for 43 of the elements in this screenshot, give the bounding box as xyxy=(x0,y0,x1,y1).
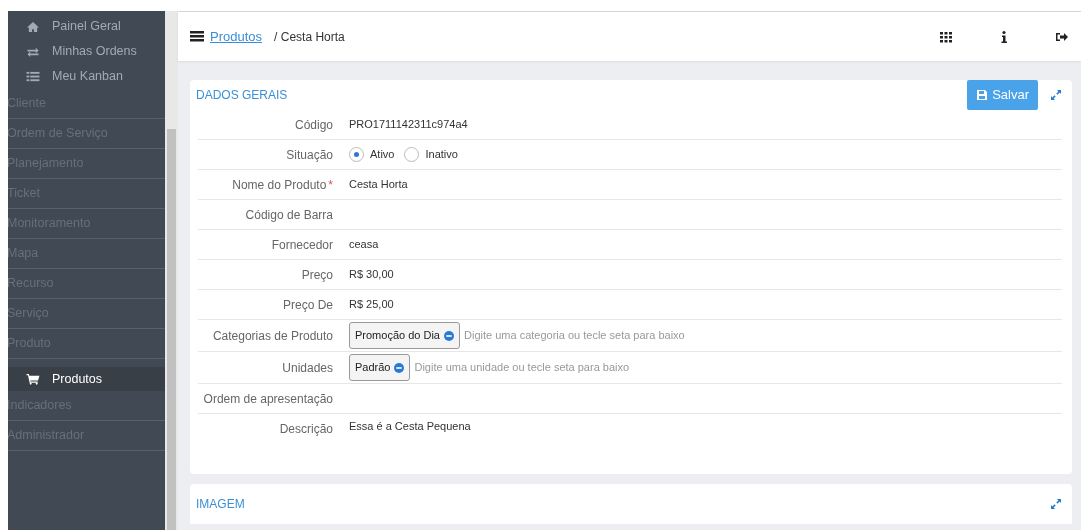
field-label: Descrição xyxy=(278,421,333,438)
sidebar-item[interactable]: Meu Kanban xyxy=(8,64,165,89)
home-icon xyxy=(26,20,40,33)
remove-icon[interactable] xyxy=(394,362,405,373)
field-label: Situação xyxy=(285,146,333,164)
field-label: Fornecedor xyxy=(270,236,333,254)
tag-chip: Promoção do Dia xyxy=(349,322,460,349)
save-icon xyxy=(976,89,989,101)
field-label: Nome do Produto * xyxy=(231,176,333,194)
card-title: IMAGEM xyxy=(196,496,245,513)
list-icon xyxy=(26,70,40,83)
expand-icon[interactable] xyxy=(1050,89,1062,101)
field-label: Código de Barra xyxy=(244,206,333,224)
field-label: Categorias de Produto xyxy=(211,327,333,345)
field-label: Ordem de apresentação xyxy=(202,390,333,408)
cart-icon xyxy=(26,373,40,385)
field-value[interactable]: R$ 30,00 xyxy=(349,266,394,283)
sidebar-item[interactable]: Painel Geral xyxy=(8,14,165,39)
field-value[interactable]: R$ 25,00 xyxy=(349,296,394,313)
field-value[interactable]: Cesta Horta xyxy=(349,176,408,193)
radio-label: Inativo xyxy=(425,147,458,163)
field-label: Código xyxy=(293,116,333,134)
radio-label: Ativo xyxy=(370,147,395,163)
tag-chip: Padrão xyxy=(349,354,411,381)
remove-icon[interactable] xyxy=(444,330,454,341)
field-value[interactable]: PRO1711142311c974a4 xyxy=(349,116,468,133)
field-label: Preço De xyxy=(281,296,333,314)
sidebar-item[interactable]: Minhas Ordens xyxy=(8,39,165,64)
field-label: Preço xyxy=(300,266,333,284)
grid-icon[interactable] xyxy=(939,29,953,44)
save-button[interactable]: Salvar xyxy=(967,80,1038,110)
field-value[interactable]: ceasa xyxy=(349,236,379,253)
expand-icon[interactable] xyxy=(1050,498,1062,510)
tag-input[interactable]: Digite uma unidade ou tecle seta para baixo xyxy=(414,359,755,376)
scrollbar[interactable] xyxy=(165,11,178,530)
tag-input[interactable]: Digite uma categoria ou tecle seta para baixo xyxy=(464,327,804,344)
list-icon xyxy=(190,29,204,44)
breadcrumb-current: / Cesta Horta xyxy=(274,28,345,46)
field-label: Unidades xyxy=(281,359,333,377)
breadcrumb-link[interactable]: Produtos xyxy=(210,26,263,47)
card-title: DADOS GERAIS xyxy=(196,87,288,104)
sidebar-item[interactable]: Produtos xyxy=(8,367,165,391)
field-value[interactable]: Essa é a Cesta Pequena xyxy=(349,418,471,435)
